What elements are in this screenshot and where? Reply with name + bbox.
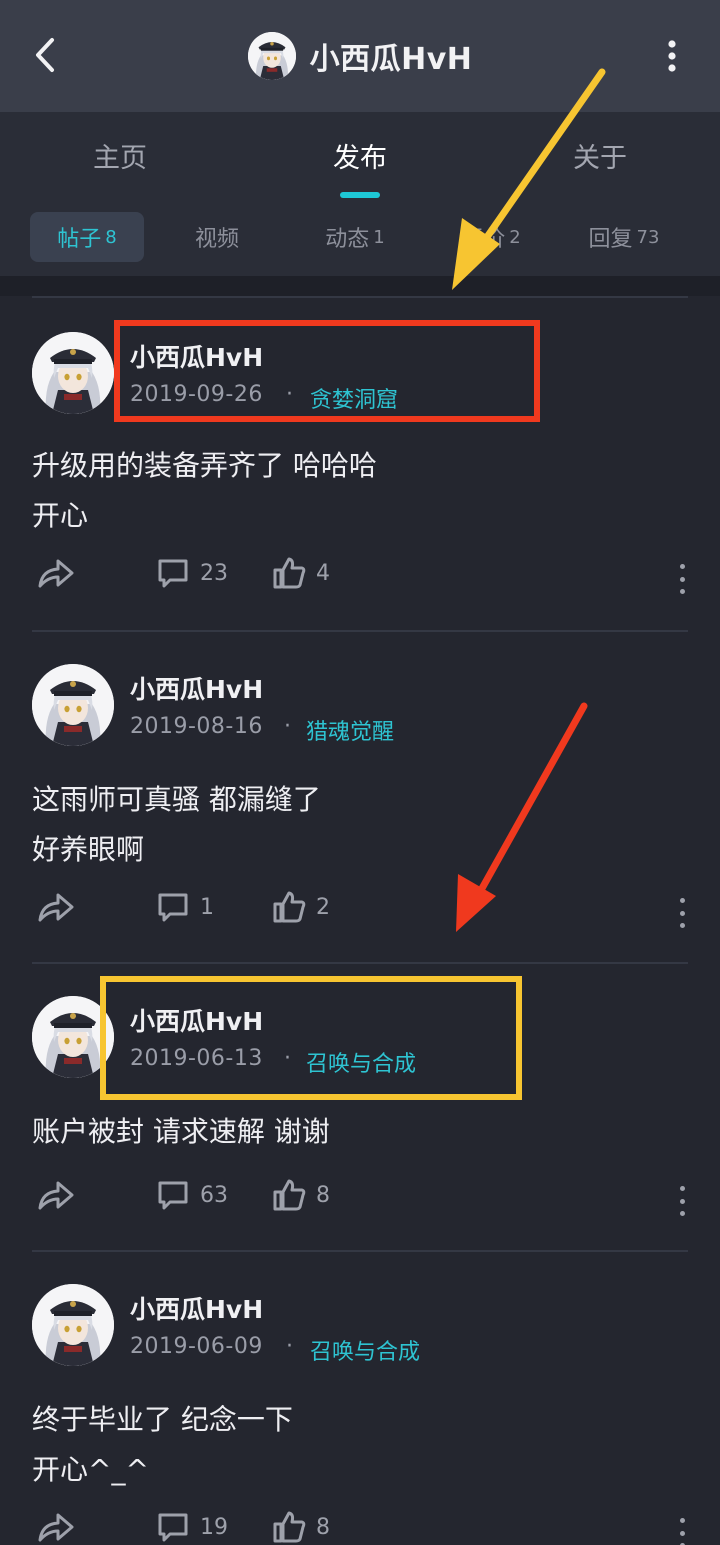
share-icon: [38, 559, 74, 588]
thumbs-up-icon: [273, 891, 306, 923]
post-more-icon[interactable]: [678, 898, 686, 928]
post-author[interactable]: 小西瓜HvH: [130, 670, 263, 706]
like-count: 8: [316, 1182, 330, 1208]
thumbs-up-icon: [273, 557, 306, 589]
thumbs-up-icon: [273, 1511, 306, 1543]
avatar[interactable]: [32, 332, 114, 414]
like-count: 4: [316, 560, 330, 586]
post-content-line: 升级用的装备弄齐了 哈哈哈: [32, 449, 377, 482]
annotation-red-box: [114, 320, 540, 422]
comment-icon: [158, 559, 188, 588]
subtab-posts[interactable]: 帖子 8: [30, 212, 144, 262]
comment-icon: [158, 893, 188, 922]
subtab-moments[interactable]: 动态 1: [300, 212, 410, 262]
post-more-icon[interactable]: [678, 1186, 686, 1216]
post-content-line: 好养眼啊: [32, 833, 145, 866]
post-content-line: 这雨师可真骚 都漏缝了: [32, 783, 321, 816]
main-tab-bar: 主页 发布 关于: [0, 112, 720, 198]
like-button[interactable]: 8: [272, 1510, 330, 1544]
comment-button[interactable]: 63: [156, 1178, 228, 1212]
avatar[interactable]: [32, 664, 114, 746]
subtab-reviews[interactable]: 评价 2: [436, 212, 546, 262]
comment-button[interactable]: 19: [156, 1510, 228, 1544]
post-content-line: 开心: [32, 499, 89, 532]
sub-tab-bar: 帖子 8 视频 动态 1 评价 2 回复 73: [0, 198, 720, 276]
avatar[interactable]: [247, 32, 296, 80]
like-button[interactable]: 4: [272, 556, 330, 590]
share-button[interactable]: [36, 890, 76, 924]
comment-icon: [158, 1513, 188, 1542]
post-content-line: 终于毕业了 纪念一下: [32, 1403, 293, 1436]
comment-icon: [158, 1181, 188, 1210]
meta-separator: ·: [284, 714, 291, 739]
share-button[interactable]: [36, 1510, 76, 1544]
profile-title: 小西瓜HvH: [0, 0, 720, 112]
post-card[interactable]: 小西瓜HvH 2019-06-09 · 召唤与合成 终于毕业了 纪念一下 开心^…: [0, 1252, 720, 1545]
post-forum-link[interactable]: 猎魂觉醒: [306, 714, 394, 746]
comment-button[interactable]: 23: [156, 556, 228, 590]
like-button[interactable]: 8: [272, 1178, 330, 1212]
comment-count: 19: [200, 1514, 228, 1540]
top-app-bar: 小西瓜HvH: [0, 0, 720, 112]
thumbs-up-icon: [273, 1179, 306, 1211]
post-actions: 19 8: [0, 1510, 720, 1545]
post-content-line: 开心^_^: [32, 1453, 149, 1486]
comment-count: 23: [200, 560, 228, 586]
subtab-videos[interactable]: 视频: [170, 212, 268, 262]
comment-button[interactable]: 1: [156, 890, 214, 924]
page-title: 小西瓜HvH: [309, 42, 473, 77]
post-content-line: 账户被封 请求速解 谢谢: [32, 1115, 330, 1148]
post-forum-link[interactable]: 召唤与合成: [310, 1334, 420, 1366]
like-count: 8: [316, 1514, 330, 1540]
post-card[interactable]: 小西瓜HvH 2019-08-16 · 猎魂觉醒 这雨师可真骚 都漏缝了 好养眼…: [0, 632, 720, 962]
comment-count: 1: [200, 894, 214, 920]
avatar[interactable]: [32, 1284, 114, 1366]
like-button[interactable]: 2: [272, 890, 330, 924]
share-icon: [38, 1513, 74, 1542]
share-icon: [38, 1181, 74, 1210]
meta-separator: ·: [286, 1334, 293, 1359]
subtab-replies[interactable]: 回复 73: [568, 212, 680, 262]
post-more-icon[interactable]: [678, 564, 686, 594]
comment-count: 63: [200, 1182, 228, 1208]
post-actions: 1 2: [0, 890, 720, 940]
tab-home[interactable]: 主页: [0, 112, 240, 198]
annotation-yellow-box: [100, 976, 522, 1100]
share-button[interactable]: [36, 1178, 76, 1212]
post-more-icon[interactable]: [678, 1518, 686, 1545]
share-icon: [38, 893, 74, 922]
more-vertical-icon[interactable]: [660, 34, 684, 78]
tab-about[interactable]: 关于: [480, 112, 720, 198]
post-actions: 23 4: [0, 556, 720, 606]
post-actions: 63 8: [0, 1178, 720, 1228]
like-count: 2: [316, 894, 330, 920]
share-button[interactable]: [36, 556, 76, 590]
post-author[interactable]: 小西瓜HvH: [130, 1290, 263, 1326]
post-date: 2019-08-16: [130, 714, 263, 739]
tab-posts-published[interactable]: 发布: [240, 112, 480, 198]
section-separator: [0, 276, 720, 296]
post-date: 2019-06-09: [130, 1334, 263, 1359]
